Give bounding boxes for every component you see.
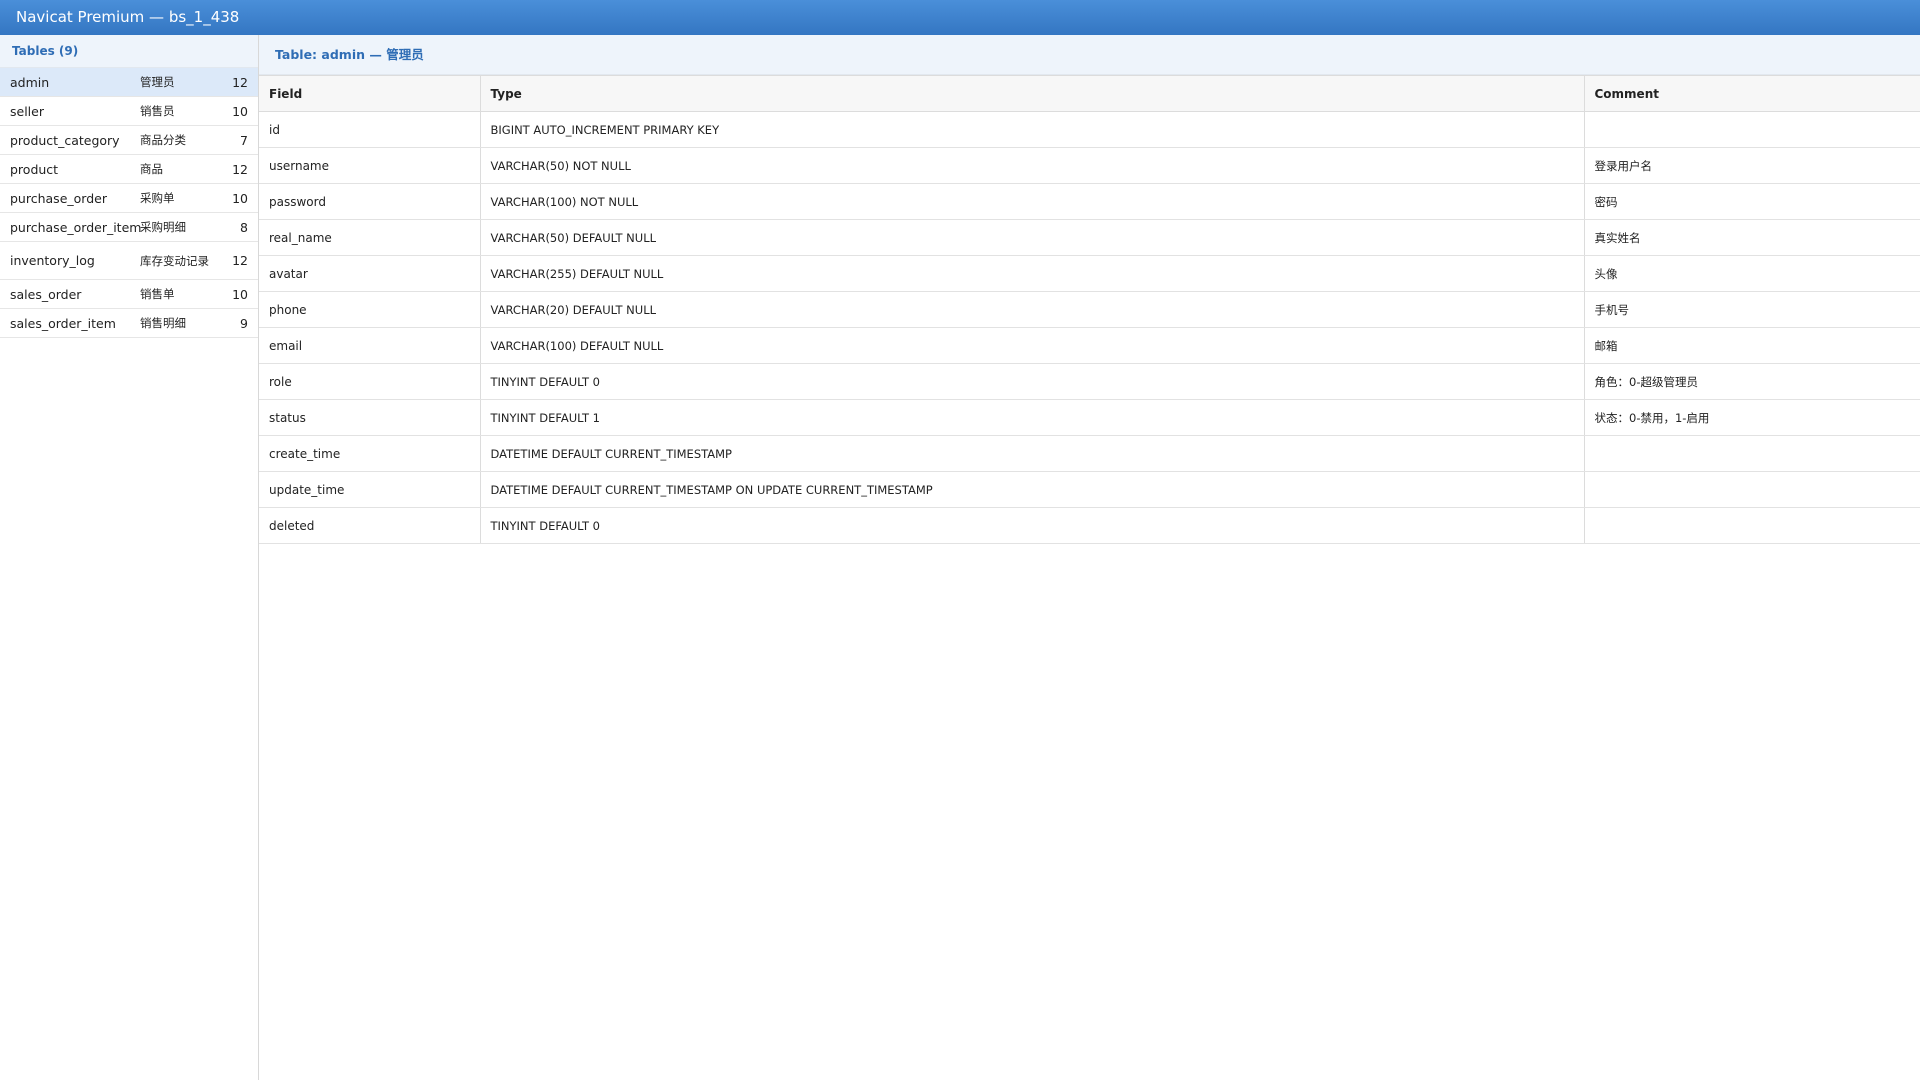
table-item-seller[interactable]: seller 销售员 10: [0, 97, 258, 126]
field-type-cell[interactable]: VARCHAR(20) DEFAULT NULL: [480, 291, 1585, 328]
field-comment-cell[interactable]: 真实姓名: [1584, 219, 1920, 256]
table-item-sales-order[interactable]: sales_order 销售单 10: [0, 280, 258, 309]
field-name-cell[interactable]: username: [259, 147, 481, 184]
column-header-field[interactable]: Field: [259, 75, 481, 112]
field-name-cell[interactable]: phone: [259, 291, 481, 328]
table-comment: 销售员: [140, 104, 175, 118]
table-row[interactable]: username VARCHAR(50) NOT NULL 登录用户名: [259, 147, 1920, 184]
table-row[interactable]: create_time DATETIME DEFAULT CURRENT_TIME…: [259, 435, 1920, 472]
fields-body: id BIGINT AUTO_INCREMENT PRIMARY KEY usern…: [259, 111, 1920, 544]
field-comment-cell[interactable]: [1584, 507, 1920, 544]
table-name: seller: [10, 103, 44, 119]
table-item-product[interactable]: product 商品 12: [0, 155, 258, 184]
field-type-cell[interactable]: VARCHAR(100) NOT NULL: [480, 183, 1585, 220]
field-type-cell[interactable]: DATETIME DEFAULT CURRENT_TIMESTAMP ON UP…: [480, 471, 1585, 508]
field-name-cell[interactable]: role: [259, 363, 481, 400]
table-name: purchase_order_item: [10, 219, 142, 235]
structure-panel: Table: admin — 管理员 Field Type Comment id…: [259, 35, 1920, 1080]
field-name-cell[interactable]: deleted: [259, 507, 481, 544]
table-row[interactable]: status TINYINT DEFAULT 1 状态：0-禁用，1-启用: [259, 399, 1920, 436]
field-type-cell[interactable]: TINYINT DEFAULT 0: [480, 363, 1585, 400]
table-item-admin[interactable]: admin 管理员 12: [0, 68, 258, 97]
field-type-cell[interactable]: VARCHAR(50) NOT NULL: [480, 147, 1585, 184]
table-row[interactable]: update_time DATETIME DEFAULT CURRENT_TIME…: [259, 471, 1920, 508]
field-name-cell[interactable]: email: [259, 327, 481, 364]
table-name: inventory_log: [10, 253, 95, 268]
field-name-cell[interactable]: update_time: [259, 471, 481, 508]
field-type-cell[interactable]: TINYINT DEFAULT 0: [480, 507, 1585, 544]
column-header-type[interactable]: Type: [480, 75, 1585, 112]
table-name: product: [10, 161, 59, 177]
table-row[interactable]: real_name VARCHAR(50) DEFAULT NULL 真实姓名: [259, 219, 1920, 256]
table-item-product-category[interactable]: product_category 商品分类 7: [0, 126, 258, 155]
table-field-count: 8: [240, 219, 248, 235]
table-field-count: 12: [232, 161, 248, 177]
field-comment-cell[interactable]: 登录用户名: [1584, 147, 1920, 184]
table-row[interactable]: deleted TINYINT DEFAULT 0: [259, 507, 1920, 544]
field-name-cell[interactable]: avatar: [259, 255, 481, 292]
field-type-cell[interactable]: DATETIME DEFAULT CURRENT_TIMESTAMP: [480, 435, 1585, 472]
table-row[interactable]: id BIGINT AUTO_INCREMENT PRIMARY KEY: [259, 111, 1920, 148]
field-type-cell[interactable]: VARCHAR(50) DEFAULT NULL: [480, 219, 1585, 256]
table-row[interactable]: avatar VARCHAR(255) DEFAULT NULL 头像: [259, 255, 1920, 292]
table-name: product_category: [10, 132, 120, 148]
table-item-purchase-order-item[interactable]: purchase_order_item 采购明细 8: [0, 213, 258, 242]
sidebar-header: Tables (9): [0, 35, 258, 68]
fields-header-row: Field Type Comment: [259, 75, 1920, 112]
field-name-cell[interactable]: id: [259, 111, 481, 148]
table-field-count: 10: [232, 190, 248, 206]
field-name-cell[interactable]: real_name: [259, 219, 481, 256]
table-comment: 采购单: [140, 191, 175, 205]
table-list: admin 管理员 12 seller 销售员 10 product_category 商品分…: [0, 68, 258, 338]
table-name: sales_order: [10, 286, 82, 302]
column-header-comment[interactable]: Comment: [1584, 75, 1920, 112]
field-name-cell[interactable]: create_time: [259, 435, 481, 472]
table-name: sales_order_item: [10, 315, 116, 331]
app-window: Navicat Premium — bs_1_438 Tables (9) ad…: [0, 0, 1920, 1080]
field-type-cell[interactable]: VARCHAR(100) DEFAULT NULL: [480, 327, 1585, 364]
window-title: Navicat Premium — bs_1_438: [16, 8, 240, 26]
field-comment-cell[interactable]: 手机号: [1584, 291, 1920, 328]
table-comment: 采购明细: [140, 220, 186, 234]
app-body: Tables (9) admin 管理员 12 seller 销售员 10 product_…: [0, 35, 1920, 1080]
table-comment: 商品分类: [140, 133, 186, 147]
table-item-inventory-log[interactable]: inventory_log 库存变动记录 12: [0, 242, 258, 280]
field-comment-cell[interactable]: 角色：0-超级管理员: [1584, 363, 1920, 400]
field-type-cell[interactable]: BIGINT AUTO_INCREMENT PRIMARY KEY: [480, 111, 1585, 148]
field-comment-cell[interactable]: 邮箱: [1584, 327, 1920, 364]
table-field-count: 7: [240, 132, 248, 148]
structure-title: Table: admin — 管理员: [259, 35, 1920, 75]
table-row[interactable]: password VARCHAR(100) NOT NULL 密码: [259, 183, 1920, 220]
table-comment: 销售明细: [140, 316, 186, 330]
field-comment-cell[interactable]: [1584, 435, 1920, 472]
field-name-cell[interactable]: password: [259, 183, 481, 220]
tables-sidebar: Tables (9) admin 管理员 12 seller 销售员 10 product_…: [0, 35, 259, 1080]
table-row[interactable]: phone VARCHAR(20) DEFAULT NULL 手机号: [259, 291, 1920, 328]
table-field-count: 12: [232, 74, 248, 90]
table-row[interactable]: role TINYINT DEFAULT 0 角色：0-超级管理员: [259, 363, 1920, 400]
field-comment-cell[interactable]: 头像: [1584, 255, 1920, 292]
table-comment: 销售单: [140, 287, 175, 301]
field-name-cell[interactable]: status: [259, 399, 481, 436]
field-comment-cell[interactable]: [1584, 471, 1920, 508]
table-row[interactable]: email VARCHAR(100) DEFAULT NULL 邮箱: [259, 327, 1920, 364]
table-name: admin: [10, 74, 50, 90]
field-type-cell[interactable]: TINYINT DEFAULT 1: [480, 399, 1585, 436]
table-field-count: 10: [232, 103, 248, 119]
window-titlebar: Navicat Premium — bs_1_438: [0, 0, 1920, 35]
field-type-cell[interactable]: VARCHAR(255) DEFAULT NULL: [480, 255, 1585, 292]
table-item-sales-order-item[interactable]: sales_order_item 销售明细 9: [0, 309, 258, 338]
table-comment: 商品: [140, 162, 163, 176]
table-field-count: 9: [240, 315, 248, 331]
field-comment-cell[interactable]: 密码: [1584, 183, 1920, 220]
table-comment: 库存变动记录: [140, 253, 209, 268]
table-name: purchase_order: [10, 190, 107, 206]
field-comment-cell[interactable]: [1584, 111, 1920, 148]
table-field-count: 10: [232, 286, 248, 302]
table-field-count: 12: [232, 253, 248, 268]
table-item-purchase-order[interactable]: purchase_order 采购单 10: [0, 184, 258, 213]
field-comment-cell[interactable]: 状态：0-禁用，1-启用: [1584, 399, 1920, 436]
fields-table: Field Type Comment id BIGINT AUTO_INCREME…: [259, 75, 1920, 544]
table-comment: 管理员: [140, 75, 175, 89]
